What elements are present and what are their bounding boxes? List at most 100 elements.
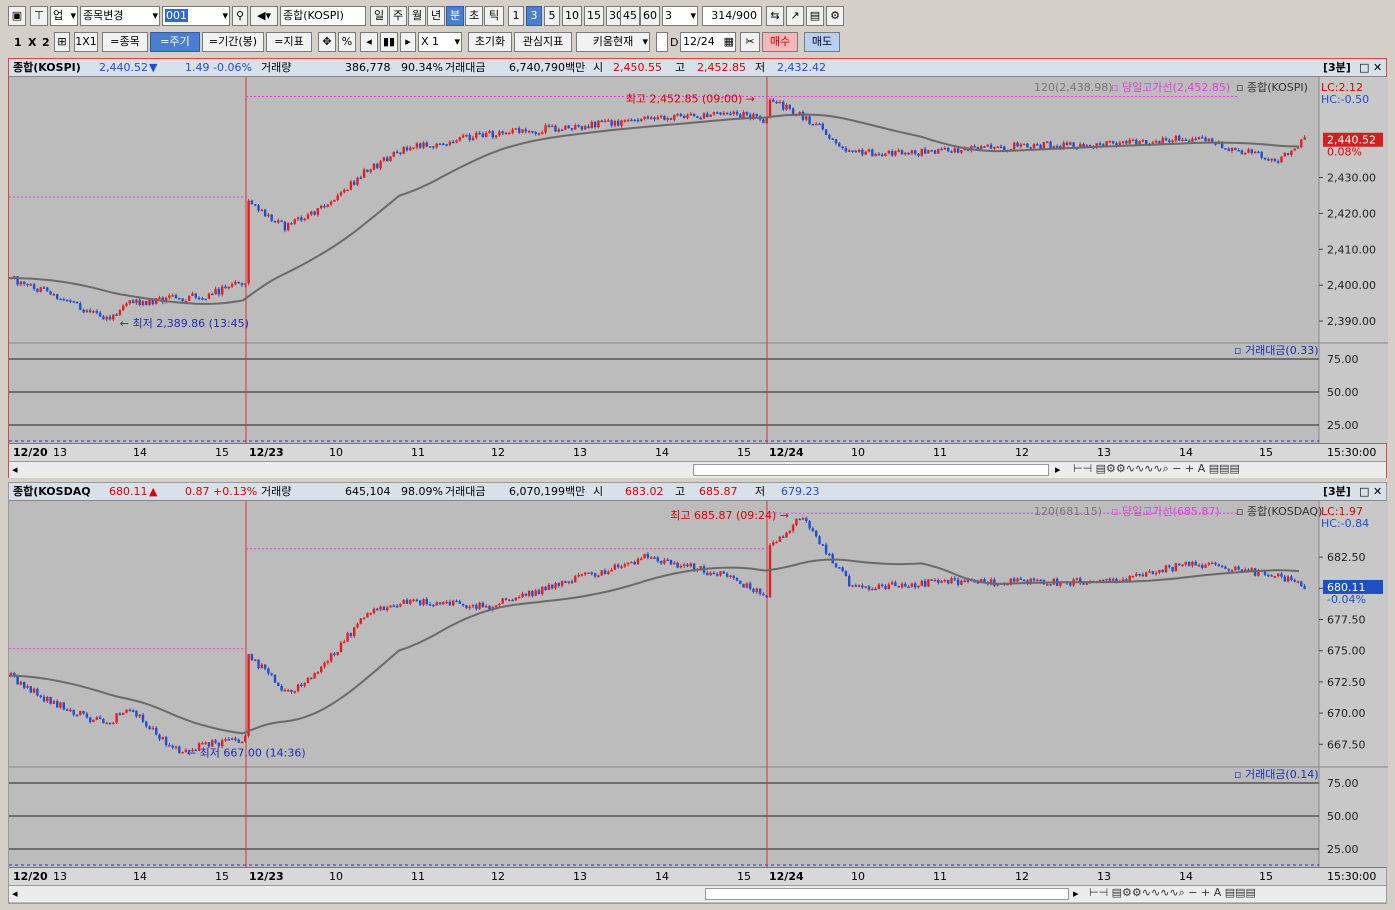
scroll-left-icon[interactable]: ◂	[12, 463, 18, 476]
minute-3[interactable]: 3	[526, 6, 542, 26]
index-name: 종합(KOSPI)	[13, 61, 81, 74]
candle-body	[669, 118, 673, 120]
layout-1[interactable]: 1	[14, 36, 22, 49]
minute-1[interactable]: 1	[508, 6, 524, 26]
percent-icon[interactable]: %	[338, 32, 356, 52]
search-icon[interactable]: ⚲	[232, 6, 248, 26]
scroll-right-icon[interactable]: ▸	[1055, 463, 1061, 476]
candle-body	[663, 559, 666, 564]
prev-icon[interactable]: ◂	[360, 32, 378, 52]
period-tick[interactable]: 틱	[484, 6, 504, 26]
candle-body	[1224, 148, 1227, 150]
sell-button[interactable]: 매도	[804, 32, 840, 52]
indicator-sync-button[interactable]: =지표	[266, 32, 312, 52]
candle-body	[881, 154, 884, 157]
crosshair-icon[interactable]: ✥	[318, 32, 336, 52]
buy-button[interactable]: 매수	[762, 32, 798, 52]
scroll-left-icon[interactable]: ◂	[12, 887, 18, 900]
candle-body	[808, 521, 811, 529]
candle-body	[1138, 141, 1141, 145]
pause-icon[interactable]: ▮▮	[380, 32, 398, 52]
minute-15[interactable]: 15	[584, 6, 604, 26]
candle-body	[686, 114, 689, 118]
layout-2[interactable]: 2	[42, 36, 50, 49]
kiwoom-current-select[interactable]: 키움현재 ▾	[576, 32, 650, 52]
trend-icon[interactable]: ↗	[786, 6, 804, 26]
candle-body	[1277, 573, 1280, 577]
candle-body	[739, 114, 742, 118]
maximize-icon[interactable]: □	[1359, 59, 1369, 77]
kosdaq-plot[interactable]: 682.50680.00677.50675.00672.50670.00667.…	[8, 501, 1388, 867]
candle-body	[498, 603, 501, 606]
candle-body	[300, 217, 303, 221]
minute-input[interactable]: 3 ▾	[662, 6, 698, 26]
candle-body	[1168, 565, 1171, 567]
maximize-icon[interactable]: □	[1359, 483, 1369, 501]
candle-body	[145, 721, 148, 727]
stock-change-select[interactable]: 종목변경 ▾	[80, 6, 160, 26]
x-tick-label: 14	[133, 870, 147, 883]
minute-10[interactable]: 10	[562, 6, 582, 26]
candle-body	[1046, 141, 1049, 144]
code-input[interactable]: 001 ▾	[162, 6, 230, 26]
minute-60[interactable]: 60	[640, 6, 660, 26]
index-name-field[interactable]: 종합(KOSPI)	[280, 6, 366, 26]
candle-body	[389, 156, 392, 162]
grid-1x1-button[interactable]: 1X1	[74, 32, 98, 52]
kosdaq-scrollbar[interactable]: ◂ ▸ ⊢⊣ ▤⚙⚙∿∿∿∿⌕ − + A ▤▤▤	[9, 885, 1386, 902]
candle-body	[884, 153, 887, 157]
candle-body	[204, 298, 207, 301]
period-month[interactable]: 월	[408, 6, 426, 26]
candle-body	[148, 726, 151, 730]
grid-icon[interactable]: ⊞	[54, 32, 70, 52]
period-week[interactable]: 주	[389, 6, 407, 26]
save-icon[interactable]: ▤	[806, 6, 824, 26]
candle-body	[26, 686, 29, 688]
range-sync-button[interactable]: =기간(봉)	[202, 32, 264, 52]
candle-body	[1194, 138, 1197, 141]
scroll-right-icon[interactable]: ▸	[1073, 887, 1079, 900]
candle-body	[659, 561, 663, 564]
close-icon[interactable]: ✕	[1373, 59, 1382, 77]
close-icon[interactable]: ✕	[1373, 483, 1382, 501]
scroll-thumb[interactable]	[693, 464, 1049, 476]
scroll-thumb[interactable]	[705, 888, 1069, 900]
candle-body	[636, 558, 640, 565]
candle-body	[923, 148, 927, 154]
candle-body	[1161, 138, 1164, 144]
candle-body	[570, 581, 574, 583]
candle-body	[46, 287, 49, 292]
next-icon[interactable]: ▸	[400, 32, 416, 52]
market-select[interactable]: 업 ▾	[50, 6, 78, 26]
speaker-icon[interactable]: ◀▾	[250, 6, 278, 26]
compare-icon[interactable]: ⇆	[766, 6, 784, 26]
gear-icon[interactable]: ⚙	[826, 6, 844, 26]
scissors-icon[interactable]: ✂	[740, 32, 760, 52]
period-minute[interactable]: 분	[446, 6, 464, 26]
chart-tools-icon[interactable]: ⊢⊣ ▤⚙⚙∿∿∿∿⌕ − + A ▤▤▤	[1089, 886, 1256, 900]
date-checkbox[interactable]	[656, 32, 668, 52]
amount-value: 6,070,199백만	[509, 485, 586, 498]
candle-body	[204, 742, 207, 744]
kospi-plot[interactable]: 2,430.00 2,420.00 2,410.00 2,400.00 2,390.00…	[8, 77, 1388, 443]
period-year[interactable]: 년	[427, 6, 445, 26]
watch-indicator-button[interactable]: 관심지표	[514, 32, 572, 52]
period-sync-button[interactable]: =주기	[150, 32, 200, 52]
minute-5[interactable]: 5	[544, 6, 560, 26]
stock-sync-button[interactable]: =종목	[102, 32, 148, 52]
low-label: 저	[755, 61, 766, 74]
reset-button[interactable]: 초기화	[468, 32, 512, 52]
kospi-scrollbar[interactable]: ◂ ▸ ⊢⊣ ▤⚙⚙∿∿∿∿⌕ − + A ▤▤▤	[9, 461, 1386, 478]
minute-45[interactable]: 45	[620, 6, 640, 26]
candle-body	[603, 120, 607, 123]
layout-x[interactable]: X	[28, 36, 36, 49]
window-icon[interactable]: ▣	[8, 6, 26, 26]
zoom-select[interactable]: X 1 ▾	[418, 32, 462, 52]
volume-label: 거래량	[261, 485, 292, 498]
period-second[interactable]: 초	[465, 6, 483, 26]
chart-tools-icon[interactable]: ⊢⊣ ▤⚙⚙∿∿∿∿⌕ − + A ▤▤▤	[1073, 462, 1240, 476]
pin-icon[interactable]: ⊤	[30, 6, 48, 26]
period-day[interactable]: 일	[370, 6, 388, 26]
count-field[interactable]: 314/900	[702, 6, 762, 26]
date-field[interactable]: 12/24 ▦	[680, 32, 736, 52]
